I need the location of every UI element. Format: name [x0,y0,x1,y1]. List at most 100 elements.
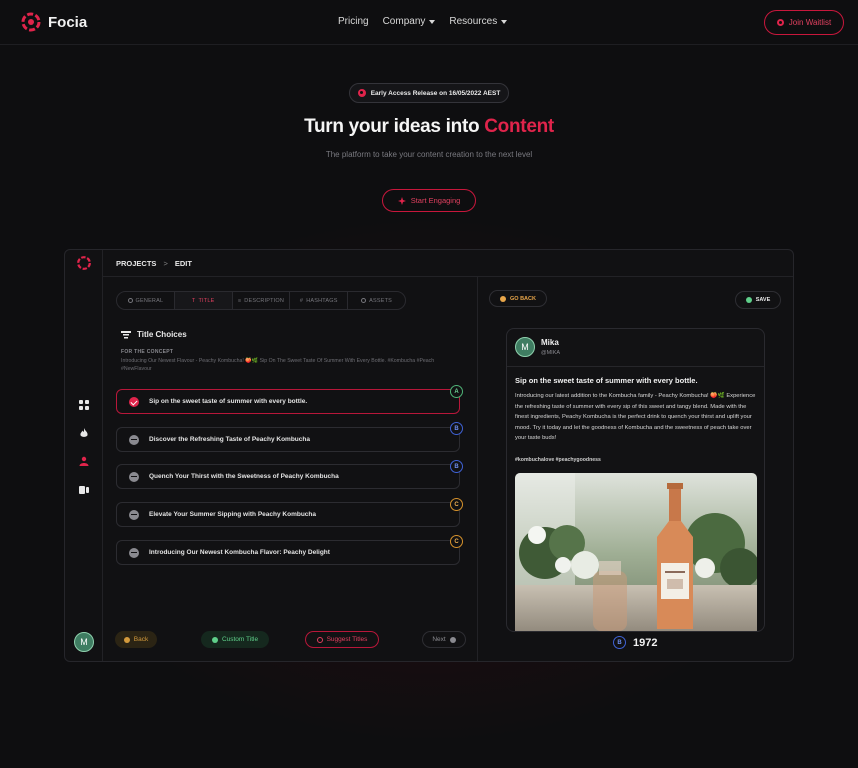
checkmark-icon [129,396,139,407]
chevron-down-icon [501,19,508,24]
plus-icon [211,636,218,643]
user-icon[interactable] [79,456,89,466]
breadcrumb-separator: > [163,259,168,268]
go-back-button[interactable]: GO BACK [489,290,547,307]
section-title-text: Title Choices [137,330,187,339]
focia-mark-icon [776,19,784,26]
concept-label: FOR THE CONCEPT [121,349,174,355]
score-value: 1972 [633,636,658,649]
breadcrumb-edit: EDIT [174,259,192,268]
post-author-name: Mika [541,338,559,347]
focia-mark-icon [357,89,366,97]
cards-icon[interactable] [79,485,89,495]
post-hashtags: #kombuchalove #peachygoodness [515,457,601,463]
custom-title-label: Custom Title [221,636,259,643]
tab-general[interactable]: GENERAL [117,292,175,309]
back-label: Back [133,636,149,643]
tab-label: GENERAL [135,297,164,304]
check-icon [745,297,752,303]
kombucha-photo [515,473,757,631]
app-topbar: PROJECTS > EDIT [103,250,793,277]
arrow-right-icon [449,636,456,643]
brand-logo[interactable]: Focia [20,11,87,33]
choice-text: Quench Your Thirst with the Sweetness of… [149,473,339,480]
hero-title-main: Turn your ideas into [304,116,485,137]
grade-badge: C [450,535,463,548]
tab-label: DESCRIPTION [244,297,285,304]
title-choice[interactable]: Sip on the sweet taste of summer with ev… [116,389,460,414]
chevron-down-icon [429,19,436,24]
grade-badge: C [450,498,463,511]
save-label: SAVE [755,297,771,303]
minus-circle-icon [129,434,139,445]
custom-title-button[interactable]: Custom Title [201,631,269,648]
spark-icon [397,196,406,205]
app-preview-window: M PROJECTS > EDIT GENERAL T TITLE ≡ DESCRI… [64,249,794,662]
suggest-titles-button[interactable]: Suggest Titles [305,631,379,648]
minus-circle-icon [129,471,139,482]
nav-divider [0,44,858,45]
flame-icon[interactable] [79,428,89,438]
tab-label: TITLE [198,297,215,304]
avatar: M [515,337,535,357]
nav-link-company[interactable]: Company [383,16,436,27]
tab-title[interactable]: T TITLE [174,292,233,309]
early-access-text: Early Access Release on 16/05/2022 AEST [370,89,501,97]
title-choice[interactable]: Introducing Our Newest Kombucha Flavor: … [116,540,460,565]
choice-text: Elevate Your Summer Sipping with Peachy … [149,511,316,518]
save-button[interactable]: SAVE [735,291,781,309]
title-choice[interactable]: Elevate Your Summer Sipping with Peachy … [116,502,460,527]
minus-circle-icon [129,547,139,558]
hero-title-accent: Content [484,116,554,137]
choice-text: Introducing Our Newest Kombucha Flavor: … [149,549,330,556]
app-sidebar: M [65,250,103,661]
user-avatar[interactable]: M [74,632,94,652]
arrow-left-icon [123,636,130,643]
grade-badge: A [450,385,463,398]
early-access-badge: Early Access Release on 16/05/2022 AEST [349,83,509,103]
grade-badge: B [450,460,463,473]
tab-assets[interactable]: ASSETS [348,292,405,309]
join-waitlist-button[interactable]: Join Waitlist [764,10,844,35]
tab-description[interactable]: ≡ DESCRIPTION [233,292,291,309]
go-back-label: GO BACK [510,295,536,302]
suggest-titles-label: Suggest Titles [326,636,368,643]
grid-icon[interactable] [79,400,89,410]
concept-text: Introducing Our Newest Flavour - Peachy … [121,358,435,372]
brand-name: Focia [48,13,88,31]
text-icon: T [191,297,196,304]
next-button[interactable]: Next [422,631,466,648]
title-choices-heading: Title Choices [121,330,187,339]
lines-icon: ≡ [237,297,242,304]
focia-logo-icon [21,12,41,32]
start-engaging-button[interactable]: Start Engaging [382,189,476,212]
nav-link-resources[interactable]: Resources [449,16,508,27]
nav-links: Pricing Company Resources [338,16,508,27]
general-icon [127,298,133,303]
engagement-score: B 1972 [613,636,657,649]
grade-badge: B [450,422,463,435]
nav-link-pricing[interactable]: Pricing [338,16,369,27]
list-icon [121,330,131,338]
post-body: Introducing our latest addition to the K… [515,393,756,441]
hero-title: Turn your ideas into Content [0,116,858,138]
choice-text: Discover the Refreshing Taste of Peachy … [149,436,310,443]
arrow-left-icon [500,295,506,302]
refresh-icon [316,636,323,643]
tab-hashtags[interactable]: # HASHTAGS [290,292,349,309]
post-title: Sip on the sweet taste of summer with ev… [515,376,698,385]
nav-link-label: Resources [449,16,498,27]
title-choice[interactable]: Quench Your Thirst with the Sweetness of… [116,464,460,489]
back-button[interactable]: Back [115,631,157,648]
assets-icon [361,298,367,303]
minus-circle-icon [129,509,139,520]
hash-icon: # [299,297,304,304]
title-choice[interactable]: Discover the Refreshing Taste of Peachy … [116,427,460,452]
post-header: M Mika @MIKA [507,329,764,367]
join-waitlist-label: Join Waitlist [788,18,832,27]
breadcrumb: PROJECTS > EDIT [116,259,192,268]
focia-logo-icon[interactable] [76,255,92,271]
top-nav: Focia Pricing Company Resources Join Wai… [0,0,858,44]
tab-label: ASSETS [369,297,393,304]
breadcrumb-projects[interactable]: PROJECTS [116,259,156,268]
